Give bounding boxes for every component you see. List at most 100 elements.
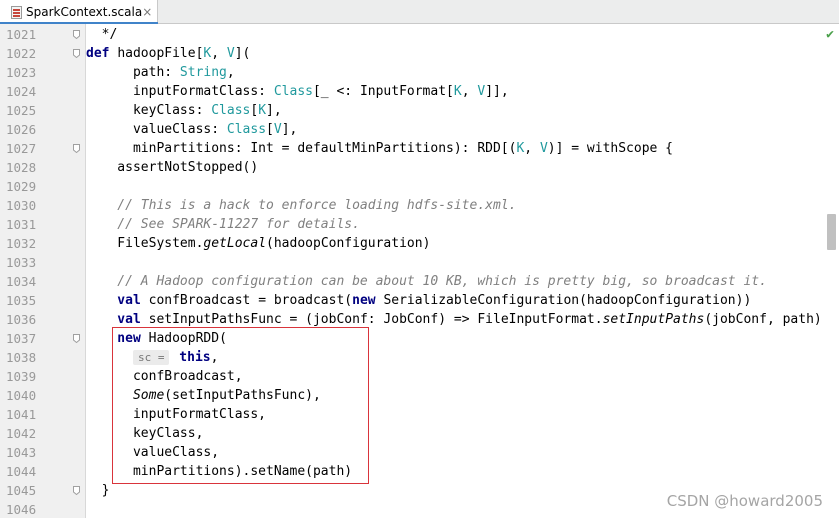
code-text: def hadoopFile[K, V]( (86, 44, 250, 63)
vertical-scrollbar-thumb[interactable] (827, 214, 836, 250)
line-number: 1021 (6, 27, 37, 42)
code-token: // See SPARK-11227 for details. (86, 217, 360, 232)
code-text: valueClass: Class[V], (86, 120, 297, 139)
line-number: 1042 (6, 426, 37, 441)
line-number: 1038 (6, 350, 37, 365)
code-token: val (86, 312, 149, 327)
line-number: 1041 (6, 407, 37, 422)
code-line[interactable]: 1032 FileSystem.getLocal(hadoopConfigura… (0, 234, 839, 253)
fold-marker-icon[interactable] (73, 334, 80, 343)
code-token: ], (266, 103, 282, 118)
code-line[interactable]: 1026 valueClass: Class[V], (0, 120, 839, 139)
code-token: new (352, 293, 384, 308)
code-line[interactable]: 1021 */ (0, 25, 839, 44)
code-token: String (179, 65, 227, 80)
code-text: } (86, 481, 110, 500)
line-number: 1026 (6, 122, 37, 137)
fold-marker-icon[interactable] (73, 486, 80, 495)
code-text: minPartitions: Int = defaultMinPartition… (86, 139, 673, 158)
code-token: )] = withScope { (547, 141, 674, 156)
fold-marker-icon[interactable] (73, 30, 80, 39)
fold-marker-icon[interactable] (73, 49, 80, 58)
code-token: , (461, 84, 478, 99)
code-text: val confBroadcast = broadcast(new Serial… (86, 291, 751, 310)
code-line[interactable]: 1024 inputFormatClass: Class[_ <: InputF… (0, 82, 839, 101)
code-text: */ (86, 25, 118, 44)
fold-marker-icon[interactable] (73, 144, 80, 153)
line-number: 1039 (6, 369, 37, 384)
code-token: val (86, 293, 149, 308)
line-number: 1043 (6, 445, 37, 460)
code-token: (hadoopConfiguration) (266, 236, 431, 251)
code-text: keyClass: Class[K], (86, 101, 282, 120)
code-token: Class (226, 122, 267, 137)
code-token: ], (281, 122, 298, 137)
code-token: // A Hadoop configuration can be about 1… (86, 274, 767, 289)
code-token: hadoopFile[ (117, 46, 204, 61)
code-token: , (211, 46, 227, 61)
code-token: K (453, 84, 462, 99)
code-token: K (258, 103, 267, 118)
line-number: 1034 (6, 274, 37, 289)
line-number: 1025 (6, 103, 37, 118)
code-token: Class (211, 103, 251, 118)
code-token: V (539, 141, 548, 156)
code-token: FileSystem. (86, 236, 204, 251)
code-token: confBroadcast = broadcast( (148, 293, 353, 308)
line-number: 1024 (6, 84, 37, 99)
code-line[interactable]: 1033 (0, 253, 839, 272)
code-line[interactable]: 1022 def hadoopFile[K, V]( (0, 44, 839, 63)
line-number: 1036 (6, 312, 37, 327)
code-token: ]], (485, 84, 509, 99)
watermark: CSDN @howard2005 (666, 492, 823, 510)
line-number: 1044 (6, 464, 37, 479)
close-icon[interactable]: × (142, 5, 152, 19)
line-number: 1046 (6, 502, 37, 517)
code-text: // See SPARK-11227 for details. (86, 215, 360, 234)
code-line[interactable]: 1030 // This is a hack to enforce loadin… (0, 196, 839, 215)
code-line[interactable]: 1027 minPartitions: Int = defaultMinPart… (0, 139, 839, 158)
code-text: FileSystem.getLocal(hadoopConfiguration) (86, 234, 430, 253)
code-line[interactable]: 1034 // A Hadoop configuration can be ab… (0, 272, 839, 291)
line-number: 1031 (6, 217, 37, 232)
editor-tab-bar: SparkContext.scala × (0, 0, 839, 24)
code-token: keyClass: (86, 103, 212, 118)
line-number: 1033 (6, 255, 37, 270)
highlight-annotation-box (112, 327, 369, 484)
code-token: ]( (234, 46, 251, 61)
code-line[interactable]: 1035 val confBroadcast = broadcast(new S… (0, 291, 839, 310)
code-line[interactable]: 1025 keyClass: Class[K], (0, 101, 839, 120)
tab-sparkcontext-scala[interactable]: SparkContext.scala × (0, 0, 158, 24)
code-line[interactable]: 1031 // See SPARK-11227 for details. (0, 215, 839, 234)
line-number: 1037 (6, 331, 37, 346)
code-token: SerializableConfiguration(hadoopConfigur… (383, 293, 752, 308)
code-token: (jobConf, path) (704, 312, 822, 327)
code-token: setInputPaths (602, 312, 705, 327)
code-token: // This is a hack to enforce loading hdf… (86, 198, 517, 213)
code-token: Class (273, 84, 313, 99)
code-token: getLocal (203, 236, 267, 251)
code-text: // A Hadoop configuration can be about 1… (86, 272, 767, 291)
code-token: , (524, 141, 540, 156)
line-number: 1032 (6, 236, 37, 251)
line-number: 1027 (6, 141, 37, 156)
inspection-ok-icon: ✔ (826, 27, 834, 42)
code-token: V (226, 46, 235, 61)
line-number: 1030 (6, 198, 37, 213)
code-token: */ (86, 27, 118, 42)
code-token: path: (86, 65, 180, 80)
line-number: 1045 (6, 483, 37, 498)
line-number: 1035 (6, 293, 37, 308)
code-line[interactable]: 1028 assertNotStopped() (0, 158, 839, 177)
line-number: 1023 (6, 65, 37, 80)
line-number: 1029 (6, 179, 37, 194)
code-line[interactable]: 1023 path: String, (0, 63, 839, 82)
code-token: def (86, 46, 118, 61)
code-token: minPartitions: Int = defaultMinPartition… (86, 141, 517, 156)
code-token: } (86, 483, 110, 498)
code-line[interactable]: 1029 (0, 177, 839, 196)
code-token: V (477, 84, 486, 99)
code-token: valueClass: (86, 122, 227, 137)
code-text: inputFormatClass: Class[_ <: InputFormat… (86, 82, 509, 101)
line-number: 1022 (6, 46, 37, 61)
